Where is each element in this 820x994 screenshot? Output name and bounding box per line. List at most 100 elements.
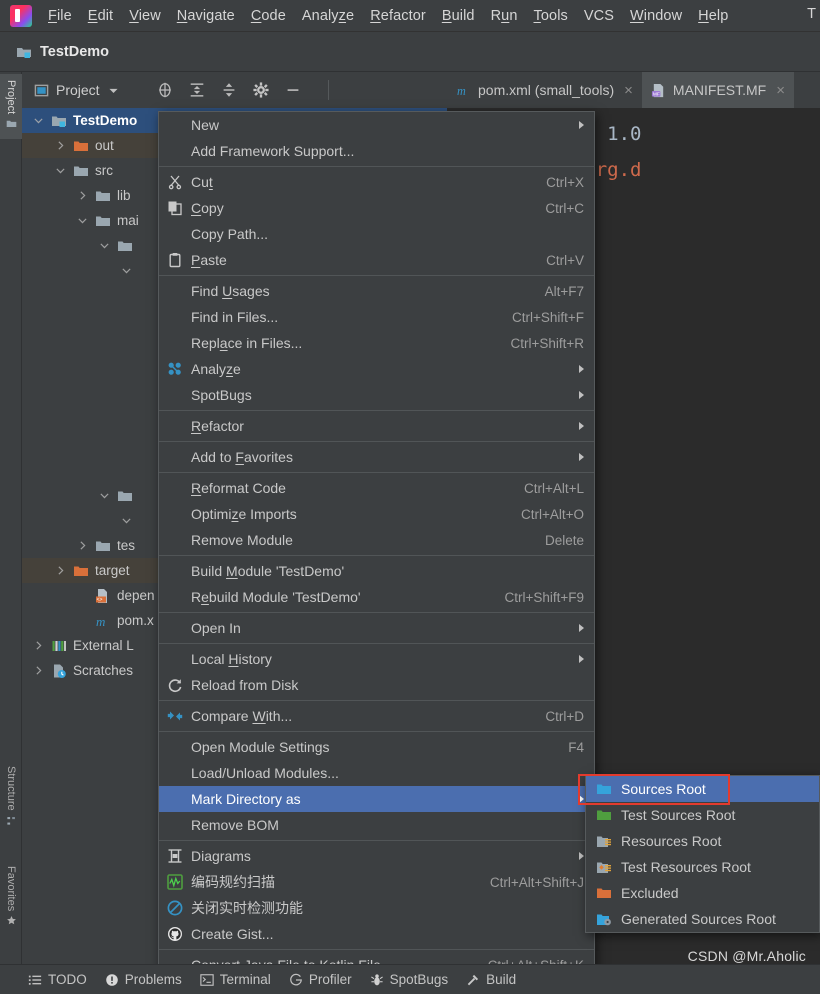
menu-item-mark-directory-as[interactable]: Mark Directory as (159, 786, 594, 812)
chevron-down-icon[interactable] (120, 264, 133, 277)
status-item-terminal[interactable]: Terminal (200, 972, 271, 987)
menu-item-shortcut: Ctrl+D (545, 708, 584, 724)
menu-code[interactable]: Code (243, 5, 294, 27)
tree-node-label: depen (117, 588, 155, 603)
chevron-right-icon[interactable] (76, 539, 89, 552)
menu-item-spotbugs[interactable]: SpotBugs (159, 382, 594, 408)
menu-item-optimize-imports[interactable]: Optimize Imports Ctrl+Alt+O (159, 501, 594, 527)
chevron-down-icon[interactable] (107, 84, 120, 97)
context-menu[interactable]: New Add Framework Support... Cut Ctrl+X Copy… (158, 111, 595, 979)
menu-item-copy-path[interactable]: Copy Path... (159, 221, 594, 247)
menu-file[interactable]: File (40, 5, 80, 27)
menu-item-load-unload-modules[interactable]: Load/Unload Modules... (159, 760, 594, 786)
submenu-item-excluded[interactable]: Excluded (586, 880, 819, 906)
menu-item-add-to-favorites[interactable]: Add to Favorites (159, 444, 594, 470)
tree-node-label: pom.x (117, 613, 154, 628)
sidebar-tab-structure[interactable]: Structure (0, 762, 22, 826)
menu-item-remove-bom[interactable]: Remove BOM (159, 812, 594, 838)
chevron-down-icon[interactable] (98, 489, 111, 502)
chevron-right-icon[interactable] (54, 564, 67, 577)
menu-analyze[interactable]: Analyze (294, 5, 362, 27)
menu-build[interactable]: Build (434, 5, 483, 27)
menu-item-compare-with[interactable]: Compare With... Ctrl+D (159, 703, 594, 729)
status-item-todo[interactable]: TODO (28, 972, 87, 987)
mark-directory-as-submenu[interactable]: Sources Root Test Sources Root Resources R… (585, 775, 820, 933)
expand-all-icon[interactable] (188, 81, 206, 99)
menu-item-copy[interactable]: Copy Ctrl+C (159, 195, 594, 221)
status-item-problems[interactable]: Problems (105, 972, 182, 987)
menu-item-reload-from-disk[interactable]: Reload from Disk (159, 672, 594, 698)
close-icon[interactable]: × (624, 82, 633, 99)
menu-window[interactable]: Window (622, 5, 690, 27)
maven-file-icon: m (96, 614, 105, 629)
editor-tab-manifest[interactable]: MF MANIFEST.MF × (641, 72, 795, 108)
menu-item-cut[interactable]: Cut Ctrl+X (159, 169, 594, 195)
chevron-down-icon[interactable] (120, 514, 133, 527)
menu-item-shortcut: F4 (568, 739, 584, 755)
menu-item-paste[interactable]: Paste Ctrl+V (159, 247, 594, 273)
menu-item-diagrams[interactable]: Diagrams (159, 843, 594, 869)
folder-icon (74, 166, 88, 176)
menu-help[interactable]: Help (690, 5, 736, 27)
project-view-selector[interactable]: Project (22, 82, 120, 98)
gear-icon[interactable] (252, 81, 270, 99)
chevron-down-icon[interactable] (76, 214, 89, 227)
chevron-down-icon[interactable] (98, 239, 111, 252)
test-resources-folder-icon (597, 862, 611, 873)
menu-item-关闭实时检测功能[interactable]: 关闭实时检测功能 (159, 895, 594, 921)
chevron-down-icon[interactable] (32, 114, 45, 127)
menu-run[interactable]: Run (483, 5, 526, 27)
menu-item-local-history[interactable]: Local History (159, 646, 594, 672)
sidebar-tab-favorites[interactable]: Favorites (0, 862, 22, 926)
minimize-icon[interactable] (284, 81, 302, 99)
menu-item-replace-in-files[interactable]: Replace in Files... Ctrl+Shift+R (159, 330, 594, 356)
locate-target-icon[interactable] (156, 81, 174, 99)
menu-item-create-gist[interactable]: Create Gist... (159, 921, 594, 947)
menu-item-open-in[interactable]: Open In (159, 615, 594, 641)
menu-item-find-usages[interactable]: Find Usages Alt+F7 (159, 278, 594, 304)
menu-item-add-framework-support[interactable]: Add Framework Support... (159, 138, 594, 164)
menu-refactor[interactable]: Refactor (362, 5, 434, 27)
submenu-item-test-resources-root[interactable]: Test Resources Root (586, 854, 819, 880)
menu-item-label: New (191, 117, 220, 133)
menu-item-label: Rebuild Module 'TestDemo' (191, 589, 361, 605)
menu-navigate[interactable]: Navigate (169, 5, 243, 27)
tree-node-label: mai (117, 213, 139, 228)
menu-item-open-module-settings[interactable]: Open Module Settings F4 (159, 734, 594, 760)
menu-vcs[interactable]: VCS (576, 5, 622, 27)
project-name[interactable]: TestDemo (40, 44, 109, 60)
menu-item-build-module-testdemo[interactable]: Build Module 'TestDemo' (159, 558, 594, 584)
menu-item-label: Copy Path... (191, 226, 269, 242)
status-item-profiler[interactable]: Profiler (289, 972, 352, 987)
chevron-right-icon[interactable] (76, 189, 89, 202)
status-item-build[interactable]: Build (466, 972, 516, 987)
menu-item-new[interactable]: New (159, 112, 594, 138)
chevron-right-icon[interactable] (54, 139, 67, 152)
status-item-spotbugs[interactable]: SpotBugs (370, 972, 448, 987)
chevron-right-icon[interactable] (32, 664, 45, 677)
submenu-item-test-sources-root[interactable]: Test Sources Root (586, 802, 819, 828)
submenu-item-generated-sources-root[interactable]: Generated Sources Root (586, 906, 819, 932)
scan-icon (167, 874, 183, 890)
menu-item-编码规约扫描[interactable]: 编码规约扫描 Ctrl+Alt+Shift+J (159, 869, 594, 895)
submenu-item-resources-root[interactable]: Resources Root (586, 828, 819, 854)
menu-item-refactor[interactable]: Refactor (159, 413, 594, 439)
menu-item-label: Replace in Files... (191, 335, 303, 351)
menu-item-reformat-code[interactable]: Reformat Code Ctrl+Alt+L (159, 475, 594, 501)
collapse-all-icon[interactable] (220, 81, 238, 99)
sidebar-tab-project[interactable]: Project (0, 74, 22, 140)
menu-edit[interactable]: Edit (80, 5, 121, 27)
menu-item-label: Create Gist... (191, 926, 274, 942)
close-icon[interactable]: × (776, 82, 785, 99)
editor-tab-pom-xml[interactable]: m pom.xml (small_tools) × (447, 72, 642, 108)
menu-item-rebuild-module-testdemo[interactable]: Rebuild Module 'TestDemo' Ctrl+Shift+F9 (159, 584, 594, 610)
chevron-right-icon[interactable] (32, 639, 45, 652)
chevron-down-icon[interactable] (54, 164, 67, 177)
submenu-item-sources-root[interactable]: Sources Root (586, 776, 819, 802)
star-icon (6, 916, 16, 925)
menu-view[interactable]: View (121, 5, 169, 27)
menu-tools[interactable]: Tools (526, 5, 576, 27)
menu-item-remove-module[interactable]: Remove Module Delete (159, 527, 594, 553)
menu-item-analyze[interactable]: Analyze (159, 356, 594, 382)
menu-item-find-in-files[interactable]: Find in Files... Ctrl+Shift+F (159, 304, 594, 330)
